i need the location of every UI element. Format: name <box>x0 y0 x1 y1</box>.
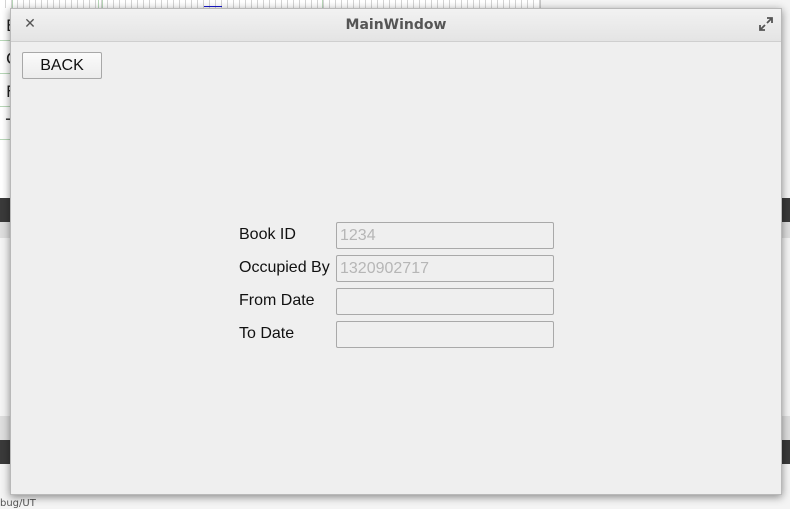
book-id-row: Book ID <box>239 222 559 249</box>
from-date-label: From Date <box>239 292 315 309</box>
occupied-by-label: Occupied By <box>239 259 330 276</box>
main-window: ✕ MainWindow BACK Book ID Occupied By Fr… <box>10 8 782 495</box>
background-ruler <box>0 0 540 8</box>
to-date-label: To Date <box>239 325 295 342</box>
title-bar[interactable]: ✕ MainWindow <box>11 9 781 42</box>
to-date-input[interactable] <box>336 321 554 348</box>
background-link <box>204 0 222 7</box>
book-id-label: Book ID <box>239 226 296 243</box>
occupied-by-input[interactable] <box>336 255 554 282</box>
maximize-icon[interactable] <box>759 17 773 31</box>
occupied-by-row: Occupied By <box>239 255 559 282</box>
from-date-input[interactable] <box>336 288 554 315</box>
book-id-input[interactable] <box>336 222 554 249</box>
background-status-text: bug/UT <box>0 498 36 509</box>
from-date-row: From Date <box>239 288 559 315</box>
to-date-row: To Date <box>239 321 559 348</box>
back-button[interactable]: BACK <box>22 52 102 79</box>
window-title: MainWindow <box>345 17 447 33</box>
